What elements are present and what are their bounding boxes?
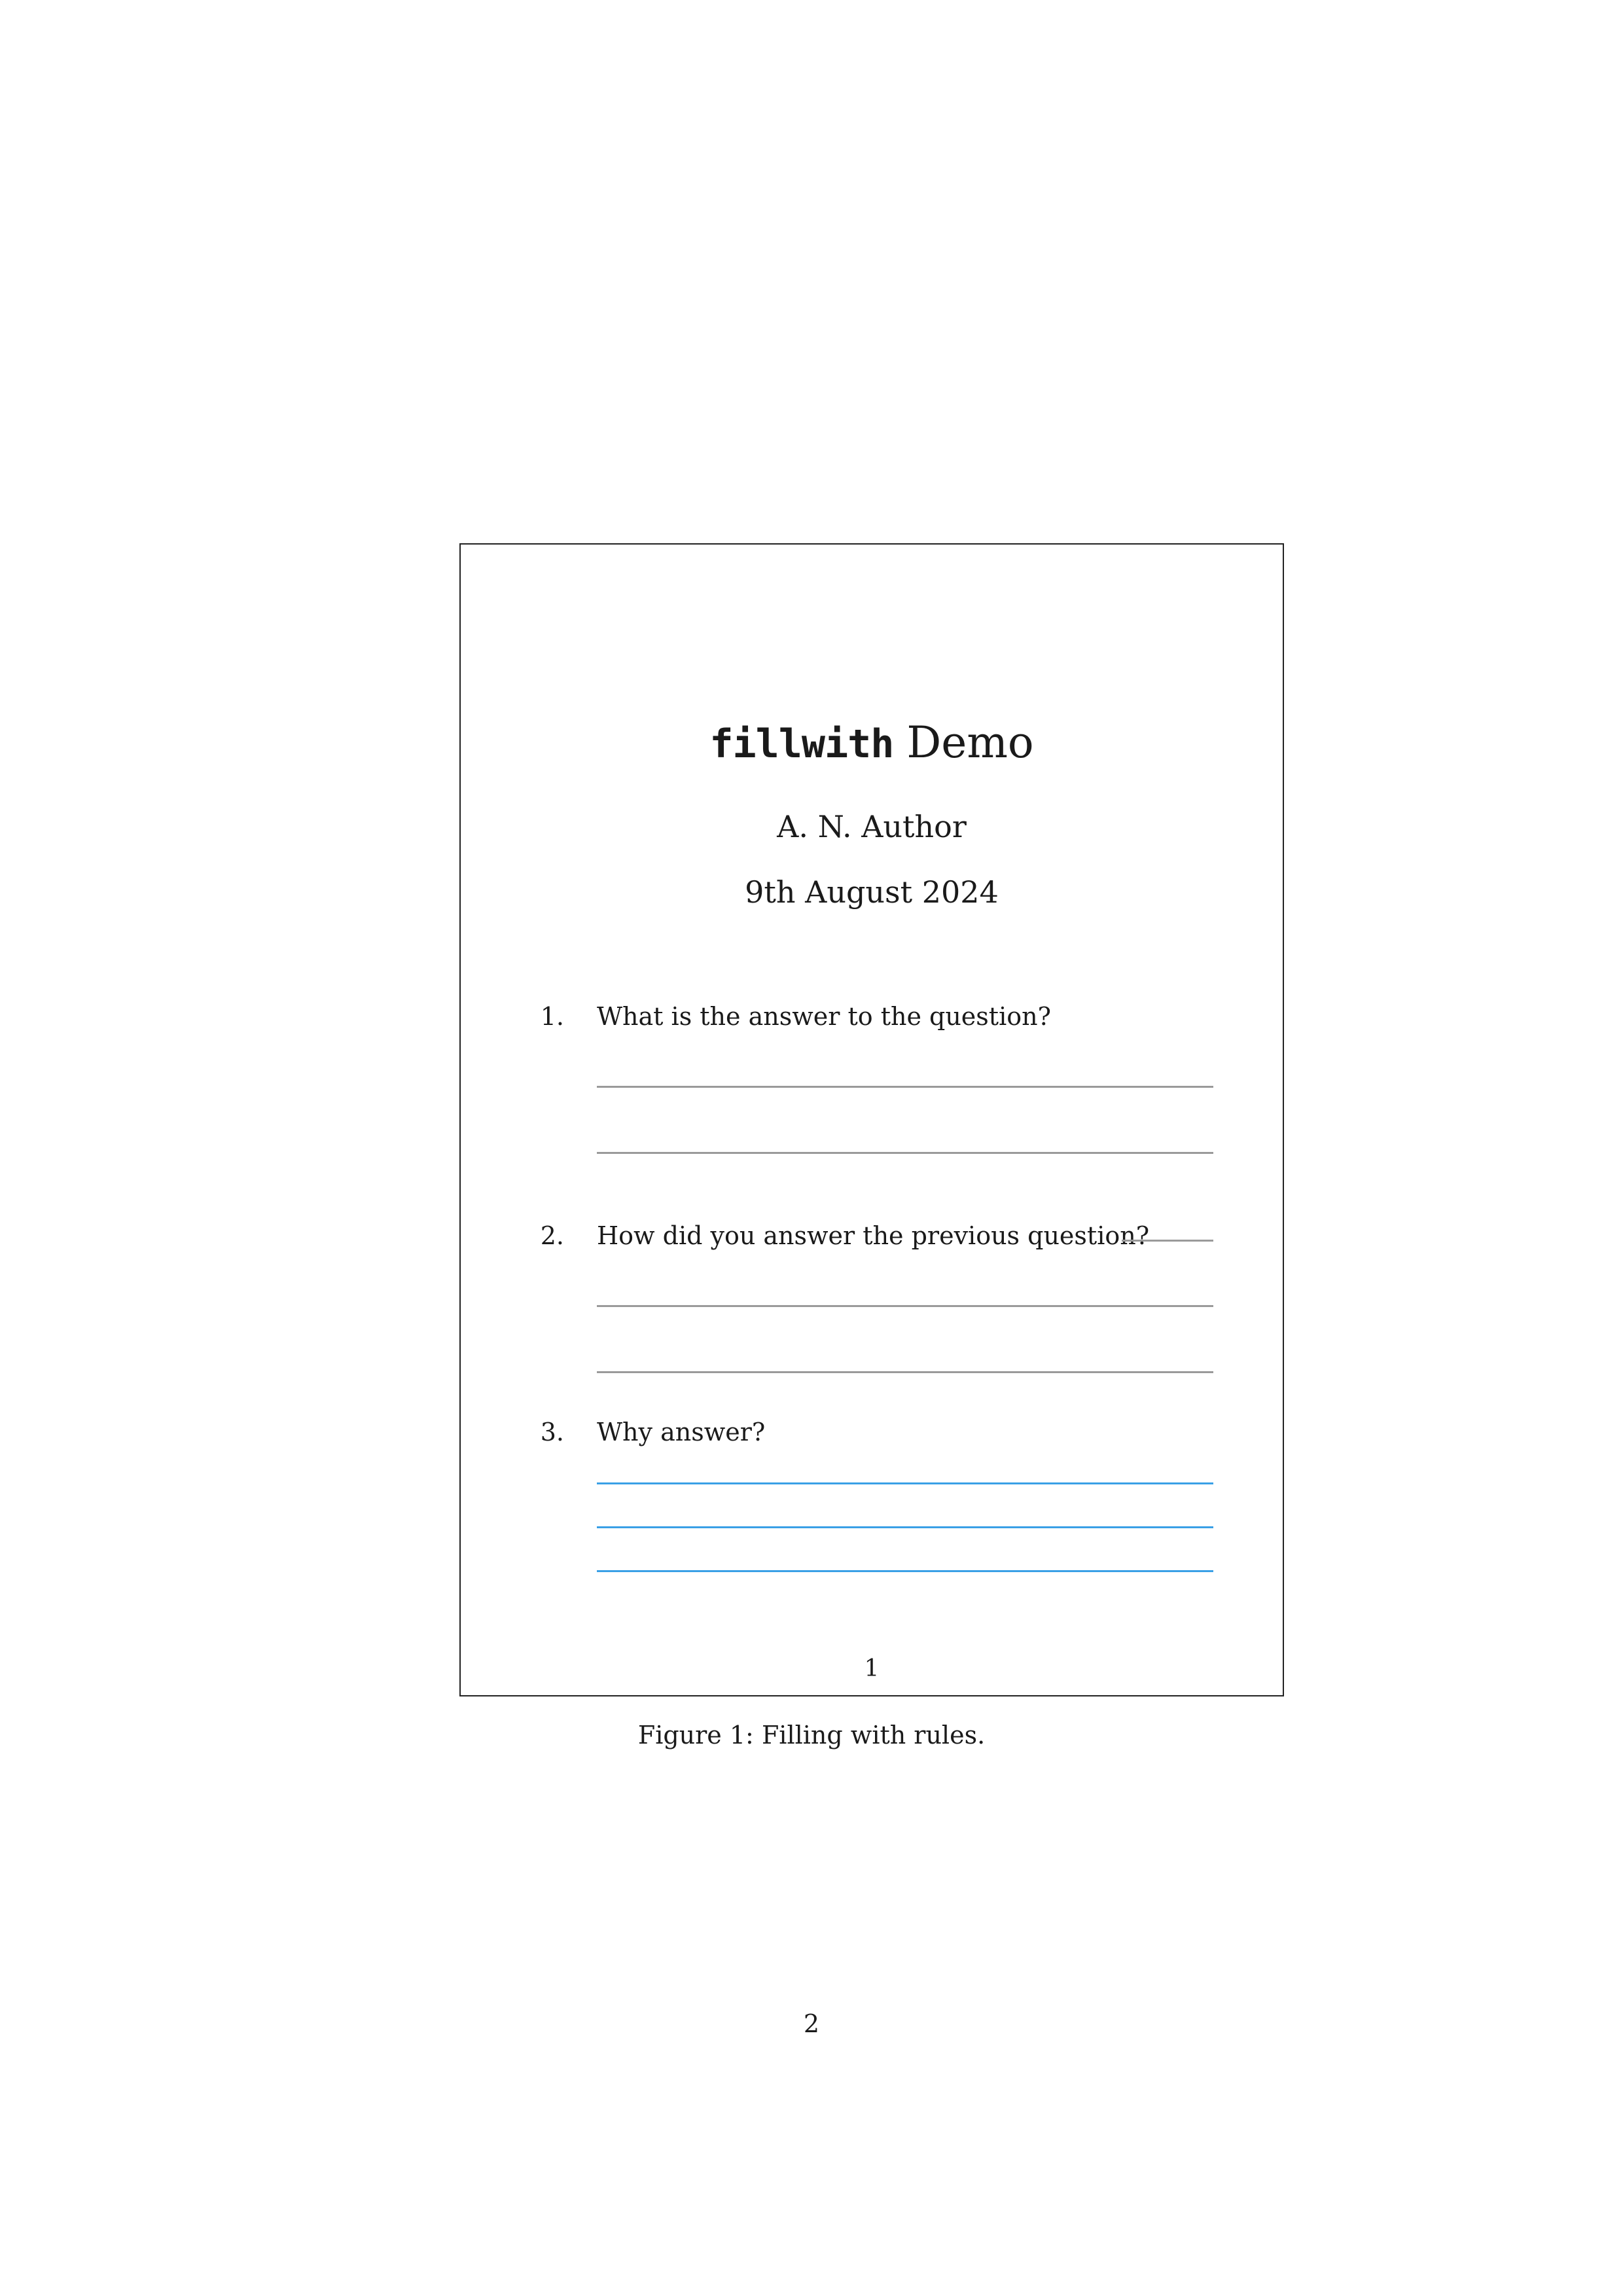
answer-rule [597,1086,1213,1088]
answer-rule-inline [1122,1240,1213,1242]
answer-rule-blue [597,1482,1213,1484]
figure-caption: Figure 1: Filling with rules. [637,1721,986,1749]
inner-page-number: 1 [864,1655,880,1682]
question-text-2: How did you answer the previous question… [597,1221,1150,1250]
question-text-1: What is the answer to the question? [597,1002,1051,1031]
answer-rule-blue [597,1526,1213,1528]
question-number-3: 3. [540,1418,564,1446]
question-text-3: Why answer? [597,1418,766,1446]
answer-rule-blue [597,1570,1213,1572]
answer-rule [597,1152,1213,1154]
document-title: fillwith Demo [461,721,1283,764]
title-suffix: Demo [906,717,1034,768]
question-number-2: 2. [540,1221,564,1250]
question-number-1: 1. [540,1002,564,1031]
answer-rule [597,1305,1213,1307]
figure-frame: fillwith Demo A. N. Author 9th August 202… [459,543,1284,1696]
document-date: 9th August 2024 [745,874,999,910]
page-number: 2 [803,2009,820,2038]
title-package-name: fillwith [709,721,894,767]
answer-rule [597,1371,1213,1373]
document-author: A. N. Author [777,809,967,844]
